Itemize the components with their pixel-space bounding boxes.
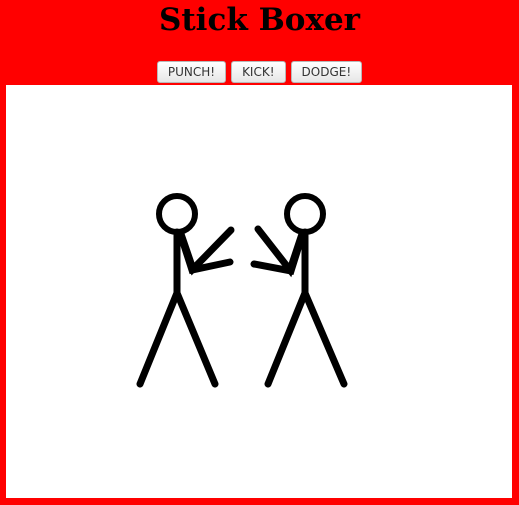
arena-canvas bbox=[136, 193, 348, 388]
left-fighter-right-leg bbox=[173, 289, 219, 388]
right-fighter-right-leg bbox=[301, 289, 348, 388]
page-title: Stick Boxer bbox=[158, 2, 361, 38]
action-controls: PUNCH! KICK! DODGE! bbox=[0, 61, 519, 83]
right-fighter bbox=[250, 193, 348, 388]
left-fighter bbox=[136, 193, 235, 388]
right-fighter-left-leg bbox=[264, 289, 309, 388]
right-fighter-head bbox=[284, 193, 326, 235]
dodge-button[interactable]: DODGE! bbox=[290, 61, 363, 83]
left-fighter-left-leg bbox=[136, 289, 181, 388]
kick-button[interactable]: KICK! bbox=[231, 61, 286, 83]
game-arena[interactable] bbox=[6, 85, 512, 498]
left-fighter-head bbox=[156, 193, 198, 235]
punch-button[interactable]: PUNCH! bbox=[156, 61, 227, 83]
